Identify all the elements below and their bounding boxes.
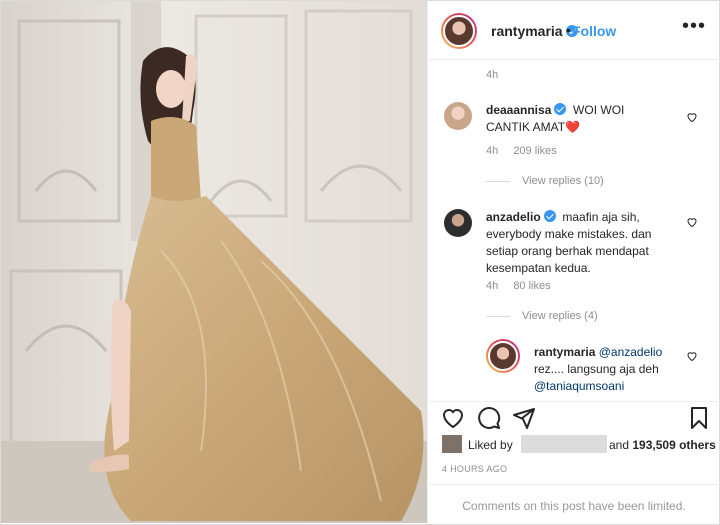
post-photo[interactable] bbox=[1, 1, 427, 523]
comment-likes[interactable]: 209 likes bbox=[513, 145, 556, 157]
reply-author-avatar[interactable] bbox=[486, 339, 520, 373]
liked-by-label: Liked by bbox=[468, 438, 513, 452]
comment-meta: 4h 80 likes bbox=[486, 280, 563, 292]
reply-mention-link[interactable]: @taniaqumsoani bbox=[534, 379, 624, 393]
commenter-avatar[interactable] bbox=[444, 102, 472, 130]
comment-time: 4h bbox=[486, 145, 499, 157]
comment-text: deaaannisa WOI WOI CANTIK AMAT❤️ bbox=[486, 102, 666, 136]
reply-mention-link[interactable]: @anzadelio bbox=[599, 345, 663, 359]
replies-divider bbox=[486, 315, 510, 317]
verified-badge-icon bbox=[543, 210, 556, 222]
follow-button[interactable]: Follow bbox=[572, 23, 616, 39]
view-replies-button[interactable]: View replies (10) bbox=[486, 175, 604, 187]
commenter-avatar[interactable] bbox=[444, 209, 472, 237]
like-count[interactable]: and 193,509 others bbox=[609, 438, 716, 452]
and-label: and bbox=[609, 438, 630, 452]
post-timestamp: 4 HOURS AGO bbox=[442, 464, 508, 474]
comment-meta: 4h 209 likes bbox=[486, 145, 569, 157]
comments-limited-notice: Comments on this post have been limited. bbox=[428, 484, 720, 524]
view-replies-label[interactable]: View replies (10) bbox=[522, 175, 604, 187]
reply-username[interactable]: rantymaria bbox=[534, 345, 595, 359]
post-header: rantymaria • Follow ••• bbox=[428, 1, 720, 60]
like-reply-heart-icon[interactable] bbox=[686, 350, 698, 362]
reply-text: rantymaria @anzadelio rez.... langsung a… bbox=[534, 344, 684, 395]
comment-icon[interactable] bbox=[477, 406, 501, 430]
view-replies-button[interactable]: View replies (4) bbox=[486, 310, 598, 322]
photo-illustration bbox=[1, 1, 427, 523]
commenter-username[interactable]: anzadelio bbox=[486, 210, 541, 224]
heart-icon[interactable] bbox=[441, 406, 465, 430]
commenter-username[interactable]: deaaannisa bbox=[486, 103, 551, 117]
author-username-text[interactable]: rantymaria bbox=[491, 23, 563, 39]
red-heart-emoji: ❤️ bbox=[565, 120, 581, 134]
like-comment-heart-icon[interactable] bbox=[686, 216, 698, 228]
comments-list[interactable]: 4h deaaannisa WOI WOI CANTIK AMAT❤️ 4h 2… bbox=[428, 61, 720, 401]
like-count-value[interactable]: 193,509 others bbox=[632, 438, 715, 452]
comment-likes[interactable]: 80 likes bbox=[513, 280, 550, 292]
author-avatar[interactable] bbox=[441, 13, 477, 49]
bookmark-icon[interactable] bbox=[687, 406, 711, 430]
view-replies-label[interactable]: View replies (4) bbox=[522, 310, 598, 322]
reply-body: rez.... langsung aja deh bbox=[534, 362, 659, 376]
caption-timestamp: 4h bbox=[486, 69, 499, 81]
comment-time: 4h bbox=[486, 280, 499, 292]
comment-text: anzadelio maafin aja sih, everybody make… bbox=[486, 209, 666, 277]
separator-dot: • bbox=[566, 22, 571, 38]
liker-name-redacted bbox=[521, 435, 607, 453]
author-username[interactable]: rantymaria bbox=[491, 23, 578, 39]
share-icon[interactable] bbox=[512, 406, 536, 430]
verified-badge-icon bbox=[554, 103, 567, 115]
more-options-icon[interactable]: ••• bbox=[682, 15, 706, 38]
post-sidebar: rantymaria • Follow ••• 4h deaaannisa WO… bbox=[427, 1, 720, 523]
like-comment-heart-icon[interactable] bbox=[686, 111, 698, 123]
replies-divider bbox=[486, 180, 510, 182]
liker-thumbnail[interactable] bbox=[442, 435, 462, 453]
post-actions: Liked by and 193,509 others 4 HOURS AGO … bbox=[428, 401, 720, 523]
